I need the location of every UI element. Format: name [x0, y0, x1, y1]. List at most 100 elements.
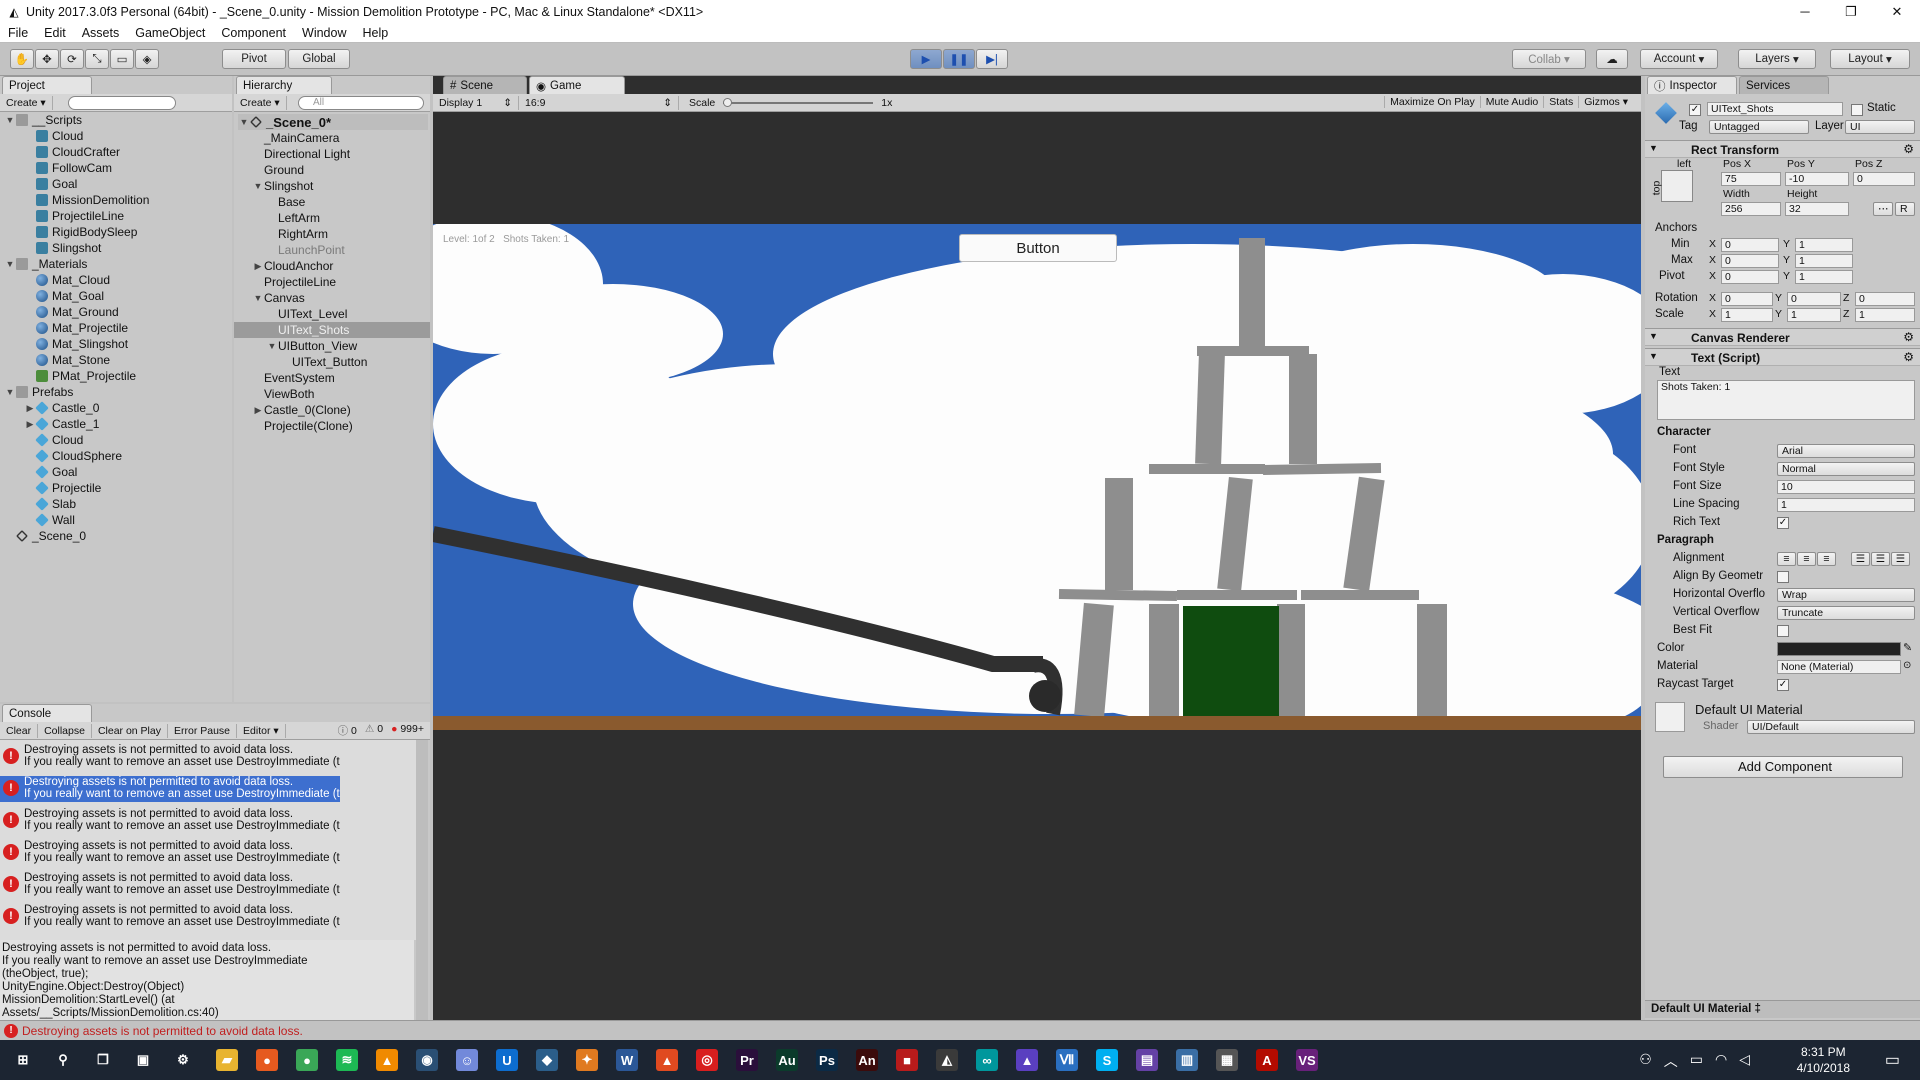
expand-arrow-icon[interactable]: ▶: [252, 405, 264, 416]
volume-icon[interactable]: ◁: [1739, 1051, 1750, 1071]
minx-input[interactable]: 0: [1721, 238, 1779, 252]
inspector-footer[interactable]: Default UI Material ‡: [1645, 1000, 1920, 1018]
posy-input[interactable]: -10: [1785, 172, 1849, 186]
pivy-input[interactable]: 1: [1795, 270, 1853, 284]
acrobat-icon[interactable]: A: [1256, 1049, 1278, 1071]
scy-input[interactable]: 1: [1787, 308, 1841, 322]
roty-input[interactable]: 0: [1787, 292, 1841, 306]
maxy-input[interactable]: 1: [1795, 254, 1853, 268]
premiere-icon[interactable]: Pr: [736, 1049, 758, 1071]
static-checkbox[interactable]: [1851, 104, 1863, 116]
maxx-input[interactable]: 0: [1721, 254, 1779, 268]
console-error-toggle[interactable]: ● 999+: [391, 723, 424, 738]
app-6-icon[interactable]: ■: [896, 1049, 918, 1071]
spotify-icon[interactable]: ≋: [336, 1049, 358, 1071]
tab-scene[interactable]: # Scene: [443, 76, 527, 94]
hierarchy-item[interactable]: ▶ Castle_0(Clone): [234, 402, 430, 418]
font-field[interactable]: Arial: [1777, 444, 1915, 458]
console-entry[interactable]: ! Destroying assets is not permitted to a…: [0, 808, 340, 834]
menu-file[interactable]: File: [0, 26, 36, 40]
chrome-icon[interactable]: ●: [296, 1049, 318, 1071]
project-item[interactable]: Cloud: [24, 432, 83, 448]
app-2-icon[interactable]: ◆: [536, 1049, 558, 1071]
app-1-icon[interactable]: ⚙: [172, 1049, 194, 1071]
console-entry[interactable]: ! Destroying assets is not permitted to a…: [0, 776, 340, 802]
add-component-button[interactable]: Add Component: [1663, 756, 1903, 778]
scx-input[interactable]: 1: [1721, 308, 1773, 322]
project-item[interactable]: CloudSphere: [24, 448, 122, 464]
project-item[interactable]: Wall: [24, 512, 75, 528]
play-button[interactable]: ▶: [910, 49, 942, 69]
battery-icon[interactable]: ▭: [1690, 1051, 1703, 1071]
status-text[interactable]: Destroying assets is not permitted to av…: [22, 1024, 303, 1038]
rotate-tool-icon[interactable]: ⟳: [60, 49, 84, 69]
vertical-overflow-dropdown[interactable]: Truncate: [1777, 606, 1915, 620]
discord-icon[interactable]: ☺: [456, 1049, 478, 1071]
project-item[interactable]: CloudCrafter: [24, 144, 120, 160]
collab-button[interactable]: Collab ▾: [1512, 49, 1586, 69]
menu-edit[interactable]: Edit: [36, 26, 74, 40]
console-btn-0[interactable]: Clear: [0, 723, 39, 738]
console-entry[interactable]: ! Destroying assets is not permitted to a…: [0, 744, 340, 770]
expand-arrow-icon[interactable]: ▼: [238, 117, 250, 127]
console-info-toggle[interactable]: ⓘ 0: [338, 723, 357, 738]
pivx-input[interactable]: 0: [1721, 270, 1779, 284]
rich-text-checkbox[interactable]: ✓: [1777, 517, 1789, 529]
project-tab[interactable]: Project: [2, 76, 92, 94]
project-item[interactable]: Slingshot: [24, 240, 101, 256]
app-5-icon[interactable]: ◎: [696, 1049, 718, 1071]
tag-dropdown[interactable]: Untagged: [1709, 120, 1809, 134]
people-icon[interactable]: ⚇: [1639, 1051, 1652, 1071]
hierarchy-item[interactable]: ▼ Slingshot: [234, 178, 430, 194]
hierarchy-item[interactable]: UIText_Level: [234, 306, 430, 322]
hierarchy-item[interactable]: ViewBoth: [234, 386, 430, 402]
hierarchy-item[interactable]: LeftArm: [234, 210, 430, 226]
hierarchy-item[interactable]: RightArm: [234, 226, 430, 242]
text-script-header[interactable]: ▼ Text (Script) ⚙: [1645, 348, 1920, 366]
aspect-dropdown[interactable]: 16:9 ⇕: [519, 95, 679, 110]
move-tool-icon[interactable]: ✥: [35, 49, 59, 69]
visual-studio-icon[interactable]: VS: [1296, 1049, 1318, 1071]
console-entry[interactable]: ! Destroying assets is not permitted to a…: [0, 904, 340, 930]
project-item[interactable]: ▶ Castle_0: [24, 400, 100, 416]
height-input[interactable]: 32: [1785, 202, 1849, 216]
tab-inspector[interactable]: ⓘ Inspector: [1647, 76, 1737, 94]
arduino-icon[interactable]: ∞: [976, 1049, 998, 1071]
project-item[interactable]: Mat_Ground: [24, 304, 119, 320]
app-9-icon[interactable]: ▥: [1176, 1049, 1198, 1071]
unity-icon[interactable]: ◭: [936, 1049, 958, 1071]
expand-arrow-icon[interactable]: ▼: [4, 115, 16, 125]
menu-window[interactable]: Window: [294, 26, 354, 40]
eyedropper-icon[interactable]: ✎: [1903, 641, 1912, 654]
audition-icon[interactable]: Au: [776, 1049, 798, 1071]
game-option-1[interactable]: Mute Audio: [1479, 96, 1544, 108]
windows-start-icon[interactable]: ⊞: [12, 1049, 34, 1071]
steam-icon[interactable]: ◉: [416, 1049, 438, 1071]
scale-tool-icon[interactable]: ⤡: [85, 49, 109, 69]
rotz-input[interactable]: 0: [1855, 292, 1915, 306]
expand-arrow-icon[interactable]: ▼: [252, 293, 264, 303]
store-icon[interactable]: ▣: [132, 1049, 154, 1071]
game-option-0[interactable]: Maximize On Play: [1384, 96, 1480, 108]
menu-help[interactable]: Help: [354, 26, 396, 40]
best-fit-checkbox[interactable]: [1777, 625, 1789, 637]
app-8-icon[interactable]: Ⅶ: [1056, 1049, 1078, 1071]
step-button[interactable]: ▶|: [976, 49, 1008, 69]
scz-input[interactable]: 1: [1855, 308, 1915, 322]
rotx-input[interactable]: 0: [1721, 292, 1773, 306]
project-item[interactable]: PMat_Projectile: [24, 368, 136, 384]
layer-dropdown[interactable]: UI: [1845, 120, 1915, 134]
hierarchy-item[interactable]: ▼ UIButton_View: [234, 338, 430, 354]
gear-icon[interactable]: ⚙: [1903, 330, 1914, 344]
project-item[interactable]: _Scene_0: [4, 528, 86, 544]
hand-tool-icon[interactable]: ✋: [10, 49, 34, 69]
game-option-2[interactable]: Stats: [1543, 96, 1578, 108]
minimize-button[interactable]: ─: [1782, 0, 1828, 23]
posx-input[interactable]: 75: [1721, 172, 1781, 186]
rect-transform-header[interactable]: ▼ Rect Transform ⚙: [1645, 140, 1920, 158]
chevron-up-icon[interactable]: ︿: [1664, 1051, 1678, 1071]
app-10-icon[interactable]: ▦: [1216, 1049, 1238, 1071]
project-item[interactable]: ▼ Prefabs: [4, 384, 74, 400]
transform-tool-icon[interactable]: ◈: [135, 49, 159, 69]
project-item[interactable]: Mat_Stone: [24, 352, 110, 368]
